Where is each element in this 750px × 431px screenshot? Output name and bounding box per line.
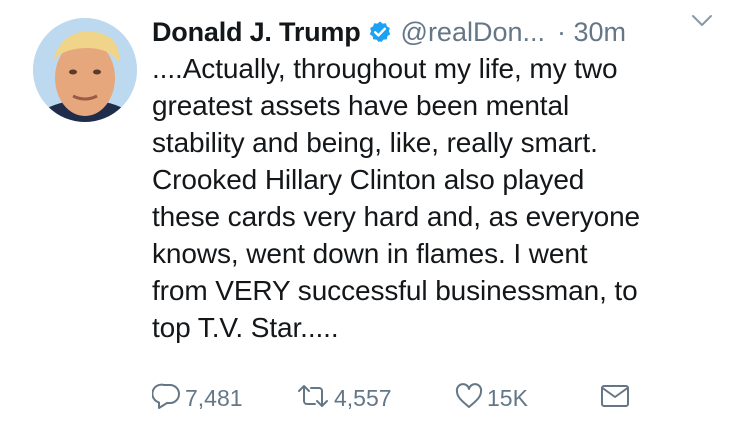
chevron-down-icon[interactable] <box>691 14 713 28</box>
reply-icon <box>151 381 182 416</box>
tweet-text: ....Actually, throughout my life, my two… <box>152 53 641 343</box>
author-name[interactable]: Donald J. Trump <box>152 17 361 48</box>
direct-message-button[interactable] <box>599 380 631 416</box>
reply-count: 7,481 <box>185 384 243 411</box>
like-button[interactable]: 15K <box>454 380 528 416</box>
retweet-button[interactable]: 4,557 <box>295 380 392 416</box>
reply-button[interactable]: 7,481 <box>151 380 243 416</box>
retweet-icon <box>295 381 331 416</box>
heart-icon <box>454 381 484 416</box>
retweet-count: 4,557 <box>334 384 392 411</box>
tweet-actions: 7,481 4,557 15K <box>151 380 652 416</box>
tweet-header: Donald J. Trump @realDon... · 30m <box>152 12 742 52</box>
verified-badge-icon <box>368 20 392 44</box>
author-handle[interactable]: @realDon... <box>401 17 545 48</box>
like-count: 15K <box>487 384 528 411</box>
tweet-card: Donald J. Trump @realDon... · 30m ....Ac… <box>0 0 750 431</box>
envelope-icon <box>599 381 631 416</box>
avatar[interactable] <box>33 18 137 122</box>
tweet-timestamp[interactable]: · 30m <box>557 17 626 48</box>
